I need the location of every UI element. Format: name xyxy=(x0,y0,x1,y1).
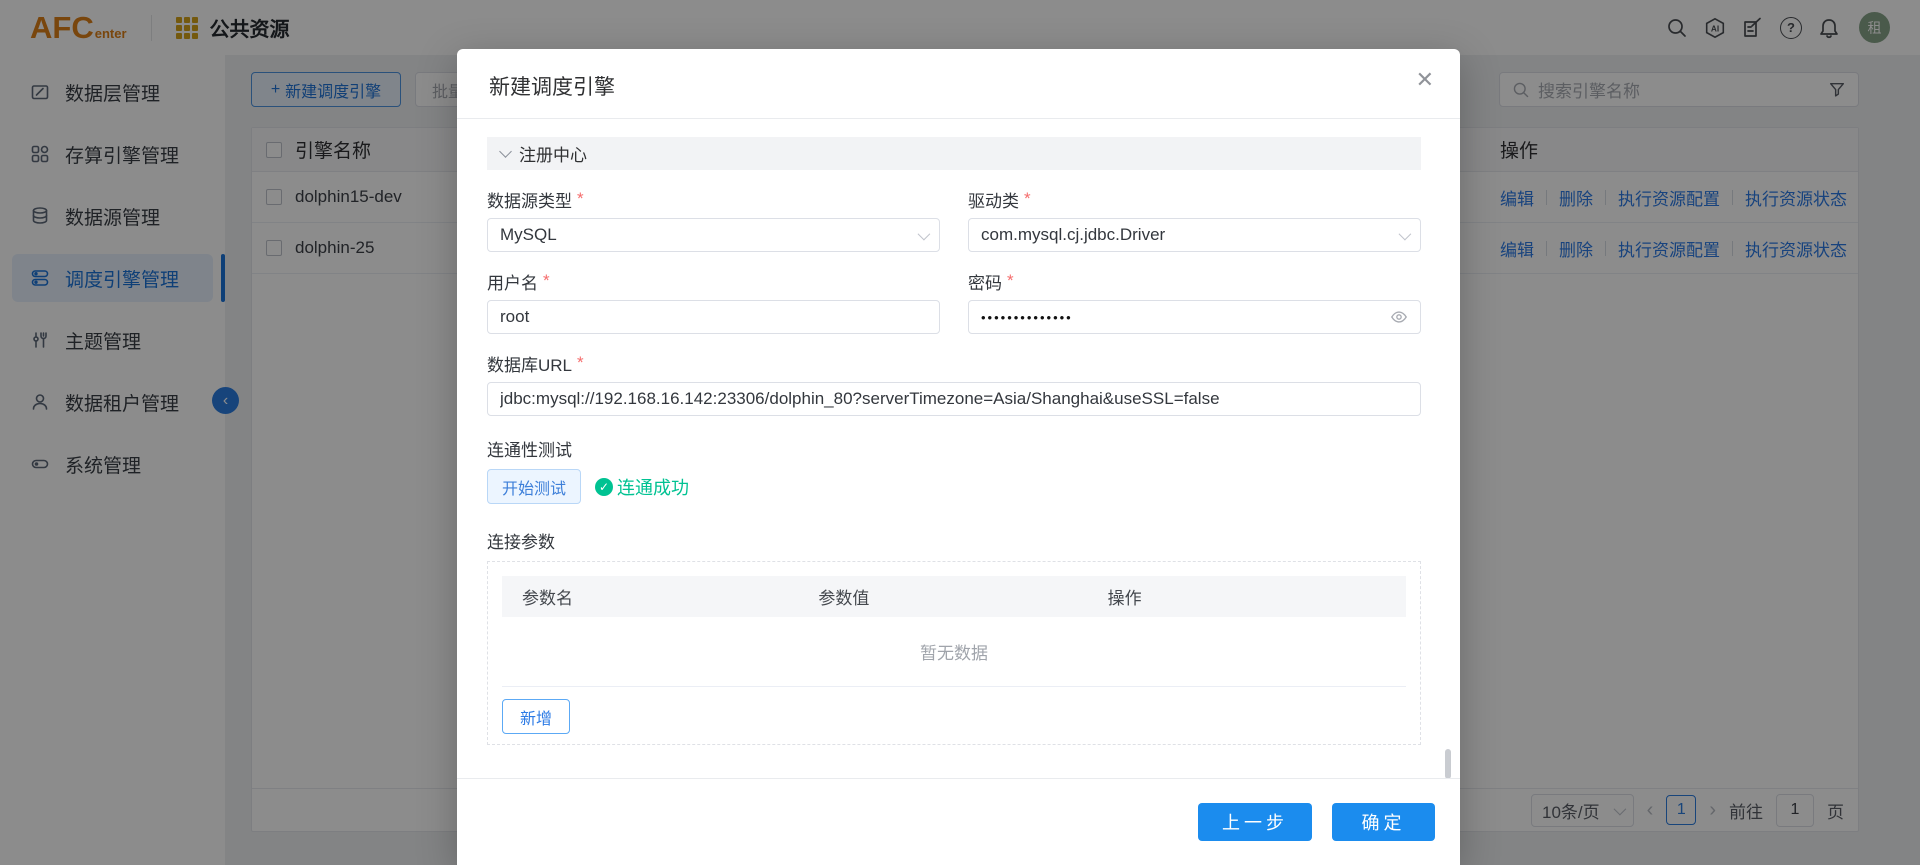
datasource-type-select[interactable]: MySQL xyxy=(487,218,940,252)
registry-section-header[interactable]: 注册中心 xyxy=(487,137,1421,170)
db-url-input[interactable]: jdbc:mysql://192.168.16.142:23306/dolphi… xyxy=(487,382,1421,416)
required-mark: * xyxy=(577,189,584,209)
connect-success-status: ✓ 连通成功 xyxy=(595,474,689,500)
datasource-type-label: 数据源类型* xyxy=(487,188,940,210)
username-label: 用户名* xyxy=(487,270,940,292)
dialog-header: 新建调度引擎 ✕ xyxy=(457,49,1460,119)
column-param-name: 参数名 xyxy=(502,584,818,609)
db-url-label: 数据库URL* xyxy=(487,352,1421,374)
chevron-down-icon xyxy=(918,227,931,240)
password-input[interactable]: •••••••••••••• xyxy=(968,300,1421,334)
chevron-down-icon xyxy=(1399,227,1412,240)
column-param-actions: 操作 xyxy=(1108,584,1406,609)
required-mark: * xyxy=(543,271,550,291)
connection-params-label: 连接参数 xyxy=(487,528,1421,553)
required-mark: * xyxy=(1007,271,1014,291)
connection-params-table: 参数名 参数值 操作 暂无数据 新增 xyxy=(487,561,1421,745)
new-engine-dialog: 新建调度引擎 ✕ 注册中心 数据源类型* MySQL xyxy=(457,49,1460,865)
driver-class-label: 驱动类* xyxy=(968,188,1421,210)
add-param-button[interactable]: 新增 xyxy=(502,699,570,734)
previous-step-button[interactable]: 上一步 xyxy=(1198,803,1312,841)
required-mark: * xyxy=(1024,189,1031,209)
required-mark: * xyxy=(577,353,584,373)
dialog-body: 注册中心 数据源类型* MySQL 驱动类* xyxy=(457,119,1460,778)
page: AFC enter 公共资源 AI ? 租 xyxy=(0,0,1920,865)
start-test-button[interactable]: 开始测试 xyxy=(487,469,581,504)
empty-data-text: 暂无数据 xyxy=(502,617,1406,687)
dialog-title: 新建调度引擎 xyxy=(489,71,615,101)
username-input[interactable]: root xyxy=(487,300,940,334)
params-header-row: 参数名 参数值 操作 xyxy=(502,576,1406,617)
password-label: 密码* xyxy=(968,270,1421,292)
chevron-down-icon xyxy=(499,145,512,158)
connectivity-label: 连通性测试 xyxy=(487,436,1421,461)
eye-icon[interactable] xyxy=(1390,308,1408,326)
dialog-footer: 上一步 确定 xyxy=(457,778,1460,865)
confirm-button[interactable]: 确定 xyxy=(1332,803,1435,841)
check-circle-icon: ✓ xyxy=(595,478,613,496)
column-param-value: 参数值 xyxy=(818,584,1107,609)
dialog-scrollbar-thumb[interactable] xyxy=(1445,749,1451,779)
driver-class-select[interactable]: com.mysql.cj.jdbc.Driver xyxy=(968,218,1421,252)
close-icon[interactable]: ✕ xyxy=(1416,69,1434,91)
